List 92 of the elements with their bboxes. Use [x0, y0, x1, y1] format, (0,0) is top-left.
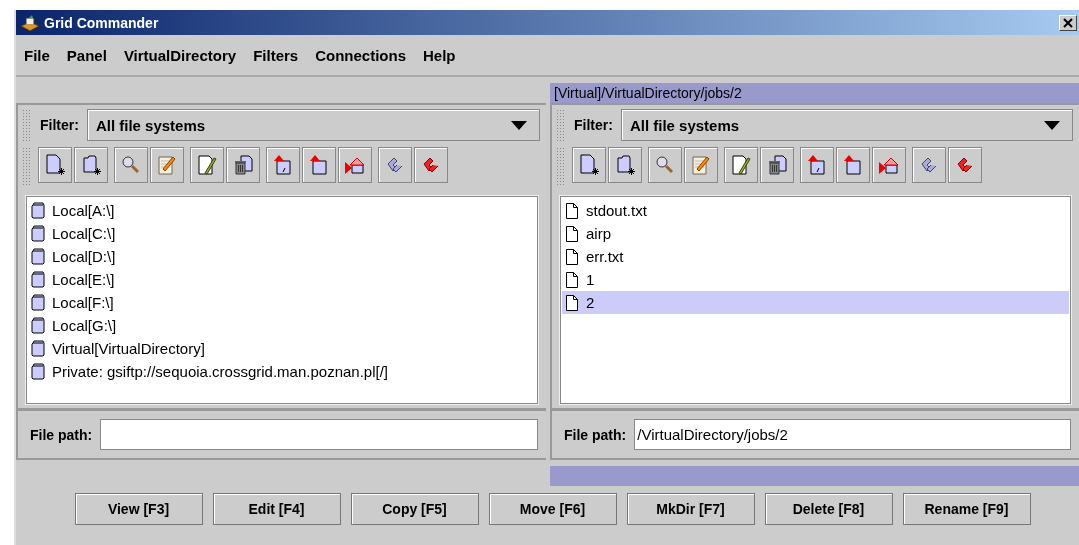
drive-row[interactable]: Local[A:\] [28, 199, 536, 222]
drive-icon [30, 294, 46, 311]
page-pencil-icon [730, 153, 752, 177]
sync-button[interactable] [912, 147, 946, 183]
menu-item[interactable]: Help [423, 46, 456, 64]
file-icon [564, 293, 580, 312]
folder-up-icon [842, 153, 864, 177]
menu-item[interactable]: Filters [253, 46, 299, 64]
new-folder-icon [80, 153, 102, 177]
notepad-pencil-icon [156, 153, 178, 177]
menu-item[interactable]: VirtualDirectory [123, 46, 237, 64]
action-button[interactable]: Edit [F4] [212, 493, 341, 525]
dropdown-arrow-icon [1044, 120, 1060, 130]
drive-icon [30, 317, 46, 334]
home-button[interactable] [338, 147, 372, 183]
edit-button[interactable] [190, 147, 224, 183]
sync-alt-button[interactable] [948, 147, 982, 183]
file-icon [564, 270, 580, 289]
delete-button[interactable] [226, 147, 260, 183]
drive-icon [30, 202, 46, 219]
close-button[interactable] [1059, 14, 1077, 31]
new-folder-button[interactable] [74, 147, 108, 183]
delete-button[interactable] [760, 147, 794, 183]
file-path-label: File path: [564, 426, 627, 443]
search-icon [654, 154, 676, 176]
list-row[interactable]: airp [562, 222, 1069, 245]
list-row[interactable]: 2 [562, 291, 1069, 314]
drive-row[interactable]: Local[D:\] [28, 245, 536, 268]
filter-label: Filter: [574, 117, 613, 133]
drive-row[interactable]: Local[G:\] [28, 314, 536, 337]
new-file-icon [578, 153, 600, 177]
home-button[interactable] [872, 147, 906, 183]
action-button[interactable]: Delete [F8] [764, 493, 893, 525]
root-button[interactable] [800, 147, 834, 183]
notepad-pencil-button[interactable] [150, 147, 184, 183]
drive-row[interactable]: Virtual[VirtualDirectory] [28, 337, 536, 360]
search-icon [120, 154, 142, 176]
folder-up-icon [806, 153, 828, 177]
drive-row[interactable]: Local[E:\] [28, 268, 536, 291]
list-row[interactable]: err.txt [562, 245, 1069, 268]
sync-button[interactable] [378, 147, 412, 183]
file-path-label: File path: [30, 426, 93, 443]
trash-icon [232, 153, 254, 177]
drive-row[interactable]: Local[F:\] [28, 291, 536, 314]
notepad-pencil-icon [690, 153, 712, 177]
new-file-icon [44, 153, 66, 177]
drive-icon [30, 225, 46, 242]
drive-icon [30, 271, 46, 288]
file-path-field[interactable]: /VirtualDirectory/jobs/2 [634, 419, 1071, 450]
close-icon [1063, 17, 1073, 28]
list-row[interactable]: 1 [562, 268, 1069, 291]
new-file-button[interactable] [572, 147, 606, 183]
edit-button[interactable] [724, 147, 758, 183]
panel-path: [Virtual]/VirtualDirectory/jobs/2 [554, 85, 742, 101]
drive-icon [30, 340, 46, 357]
search-button[interactable] [648, 147, 682, 183]
filter-dropdown[interactable]: All file systems [86, 109, 540, 141]
dropdown-arrow-icon [511, 120, 527, 130]
root-button[interactable] [266, 147, 300, 183]
new-folder-button[interactable] [608, 147, 642, 183]
up-button[interactable] [302, 147, 336, 183]
folder-up-icon [272, 153, 294, 177]
drive-row[interactable]: Private: gsiftp://sequoia.crossgrid.man.poznan.pl[/] [28, 360, 536, 383]
file-icon [564, 224, 580, 243]
sync-alt-button[interactable] [414, 147, 448, 183]
drive-row[interactable]: Local[C:\] [28, 222, 536, 245]
file-path-field[interactable] [100, 419, 538, 450]
filter-label: Filter: [40, 117, 79, 133]
new-file-button[interactable] [38, 147, 72, 183]
notepad-pencil-button[interactable] [684, 147, 718, 183]
menu-item[interactable]: Connections [315, 46, 406, 64]
filter-dropdown[interactable]: All file systems [620, 109, 1073, 141]
drive-icon [30, 248, 46, 265]
new-folder-icon [614, 153, 636, 177]
file-icon [564, 247, 580, 266]
menu-item[interactable]: File [24, 46, 50, 64]
list-row[interactable]: stdout.txt [562, 199, 1069, 222]
app-icon [20, 13, 40, 32]
folder-up-icon [308, 153, 330, 177]
file-icon [564, 201, 580, 220]
menu-item[interactable]: Panel [66, 46, 107, 64]
trash-icon [766, 153, 788, 177]
page-pencil-icon [196, 153, 218, 177]
action-button[interactable]: MkDir [F7] [626, 493, 755, 525]
action-button[interactable]: Rename [F9] [902, 493, 1031, 525]
action-button[interactable]: Move [F6] [488, 493, 617, 525]
action-button[interactable]: Copy [F5] [350, 493, 479, 525]
drive-icon [30, 363, 46, 380]
up-button[interactable] [836, 147, 870, 183]
window-title: Grid Commander [44, 14, 160, 31]
search-button[interactable] [114, 147, 148, 183]
action-button[interactable]: View [F3] [74, 493, 203, 525]
